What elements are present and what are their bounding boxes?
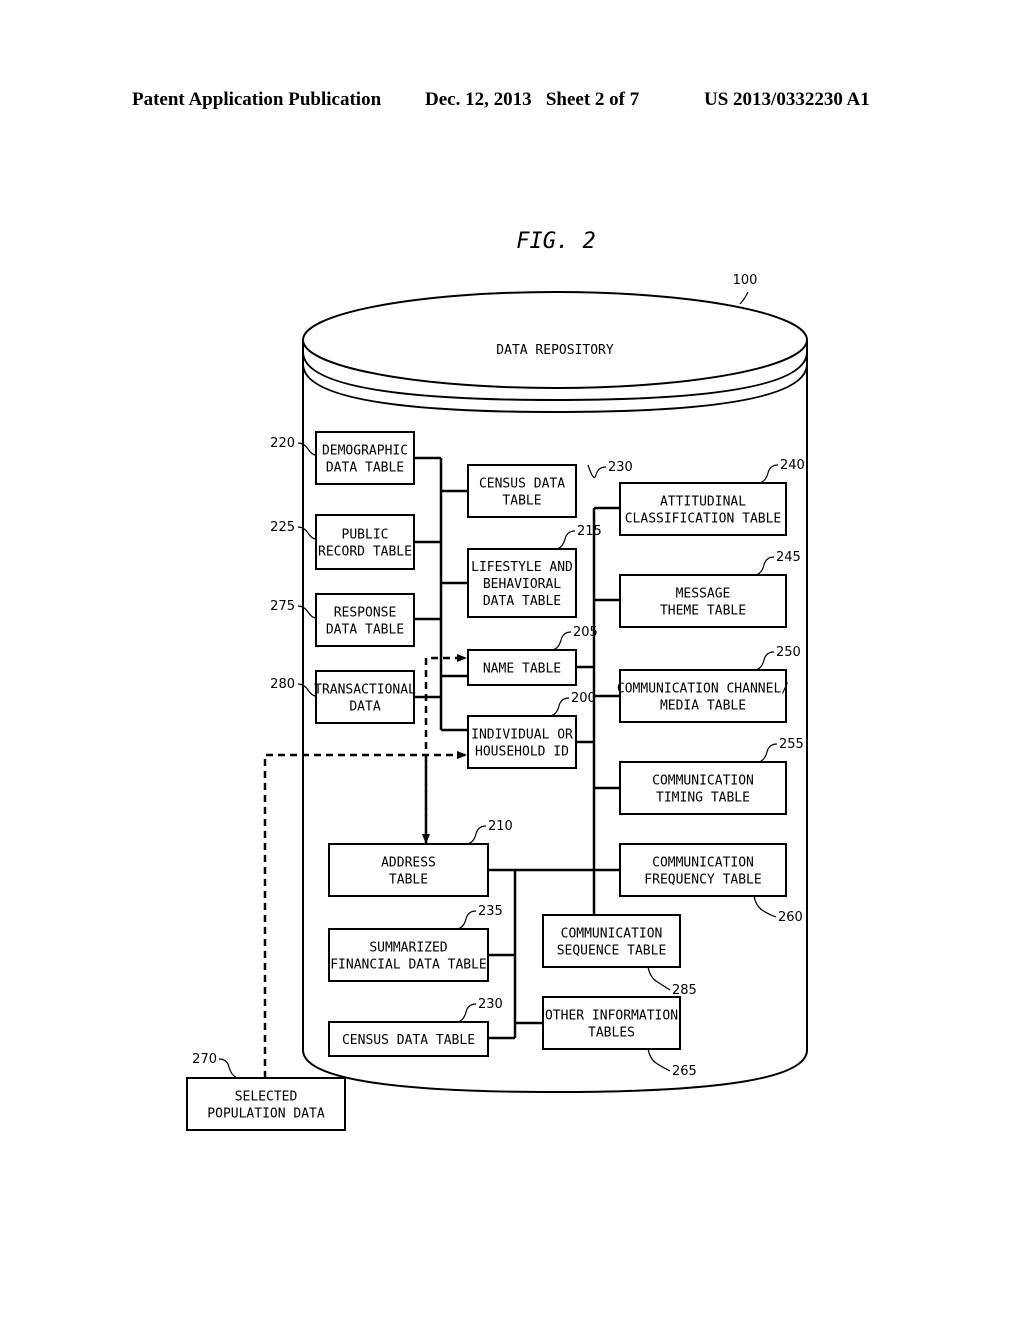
box-label-line: FINANCIAL DATA TABLE bbox=[330, 958, 487, 973]
ref-numeral: 285 bbox=[672, 983, 697, 998]
table-box-240: ATTITUDINAL CLASSIFICATION TABLE 240 bbox=[619, 458, 805, 536]
box-label-line: LIFESTYLE AND bbox=[471, 560, 573, 575]
ref-numeral: 220 bbox=[270, 436, 295, 451]
ref-leader bbox=[218, 1058, 238, 1079]
box-label-line: RECORD TABLE bbox=[318, 545, 412, 560]
box-label-line: COMMUNICATION CHANNEL/ bbox=[617, 682, 789, 697]
box-label-line: COMMUNICATION bbox=[652, 856, 754, 871]
box-label-line: CENSUS DATA TABLE bbox=[342, 1033, 475, 1048]
ref-leader bbox=[297, 605, 317, 619]
box-label-line: DATA TABLE bbox=[326, 623, 404, 638]
table-box-250: COMMUNICATION CHANNEL/MEDIA TABLE 250 bbox=[617, 645, 801, 723]
ref-numeral: 265 bbox=[672, 1064, 697, 1079]
ref-numeral: 260 bbox=[778, 910, 803, 925]
ref-leader bbox=[457, 910, 477, 930]
box-label-line: OTHER INFORMATION bbox=[545, 1009, 678, 1024]
box-label-line: TABLE bbox=[389, 873, 428, 888]
table-box-205: NAME TABLE 205 bbox=[467, 625, 598, 686]
ref-leader bbox=[587, 464, 607, 478]
ref-leader bbox=[552, 631, 572, 651]
ref-numeral: 240 bbox=[780, 458, 805, 473]
ref-numeral: 210 bbox=[488, 819, 513, 834]
ref-numeral: 230 bbox=[608, 460, 633, 475]
ref-leader bbox=[755, 651, 775, 671]
figure-diagram: FIG. 2 DATA REPOSITORY 100 DEMOGRAPHICDA… bbox=[186, 229, 808, 1131]
ref-leader bbox=[467, 825, 487, 845]
box-label-line: SEQUENCE TABLE bbox=[557, 944, 667, 959]
ref-numeral: 245 bbox=[776, 550, 801, 565]
table-box-280: TRANSACTIONAL DATA 280 bbox=[270, 670, 416, 724]
ref-leader bbox=[759, 464, 779, 484]
box-label-line: TRANSACTIONAL bbox=[314, 683, 416, 698]
ref-leader bbox=[647, 1048, 671, 1072]
box-label-line: RESPONSE bbox=[334, 606, 397, 621]
table-box-260: COMMUNICATION FREQUENCY TABLE 260 bbox=[619, 843, 803, 925]
box-label-line: SELECTED bbox=[235, 1090, 298, 1105]
box-label-line: HOUSEHOLD ID bbox=[475, 745, 569, 760]
box-label-line: ADDRESS bbox=[381, 856, 436, 871]
box-label-line: MEDIA TABLE bbox=[660, 699, 746, 714]
ref-numeral: 205 bbox=[573, 625, 598, 640]
repository-ref-leader bbox=[739, 291, 749, 305]
box-label-line: DATA TABLE bbox=[326, 461, 404, 476]
ref-numeral: 250 bbox=[776, 645, 801, 660]
repository-ref: 100 bbox=[733, 273, 758, 288]
ref-numeral: 275 bbox=[270, 599, 295, 614]
table-box-275: RESPONSE DATA TABLE 275 bbox=[270, 593, 415, 647]
table-box-215: LIFESTYLE AND BEHAVIORAL DATA TABLE 215 bbox=[467, 524, 602, 618]
ref-leader bbox=[457, 1003, 477, 1023]
box-label-line: SUMMARIZED bbox=[369, 941, 447, 956]
table-box-235: SUMMARIZED FINANCIAL DATA TABLE 235 bbox=[328, 904, 503, 982]
box-label-line: POPULATION DATA bbox=[207, 1107, 325, 1122]
ref-leader bbox=[753, 895, 777, 918]
ref-leader bbox=[647, 966, 671, 991]
box-label-line: ATTITUDINAL bbox=[660, 495, 746, 510]
table-box-255: COMMUNICATION TIMING TABLE 255 bbox=[619, 737, 804, 815]
box-label-line: BEHAVIORAL bbox=[483, 577, 561, 592]
table-box-220: DEMOGRAPHIC DATA TABLE 220 bbox=[270, 431, 415, 485]
box-label-line: CLASSIFICATION TABLE bbox=[625, 512, 782, 527]
ref-leader bbox=[550, 697, 570, 717]
box-label-line: DEMOGRAPHIC bbox=[322, 444, 408, 459]
ref-numeral: 280 bbox=[270, 677, 295, 692]
box-label-line: TABLE bbox=[502, 494, 541, 509]
ref-leader bbox=[758, 743, 778, 763]
box-label-line: THEME TABLE bbox=[660, 604, 746, 619]
table-box-225: PUBLIC RECORD TABLE 225 bbox=[270, 514, 415, 570]
box-label-line: MESSAGE bbox=[676, 587, 731, 602]
figure-title: FIG. 2 bbox=[516, 229, 595, 254]
ref-leader bbox=[297, 442, 317, 456]
ref-leader bbox=[755, 556, 775, 576]
ref-numeral: 230 bbox=[478, 997, 503, 1012]
ref-numeral: 225 bbox=[270, 520, 295, 535]
box-label-line: COMMUNICATION bbox=[561, 927, 663, 942]
table-box-200: INDIVIDUAL OR HOUSEHOLD ID 200 bbox=[467, 691, 596, 769]
table-box-245: MESSAGE THEME TABLE 245 bbox=[619, 550, 801, 628]
table-box-285: COMMUNICATION SEQUENCE TABLE 285 bbox=[542, 914, 697, 998]
box-label-line: DATA TABLE bbox=[483, 594, 561, 609]
box-label-line: FREQUENCY TABLE bbox=[644, 873, 761, 888]
box-label-line: PUBLIC bbox=[342, 528, 389, 543]
ref-numeral: 200 bbox=[571, 691, 596, 706]
box-label-line: COMMUNICATION bbox=[652, 774, 754, 789]
ref-numeral: 235 bbox=[478, 904, 503, 919]
box-label-line: TABLES bbox=[588, 1026, 635, 1041]
ref-numeral: 270 bbox=[192, 1052, 217, 1067]
dashed-address-to-name bbox=[424, 654, 467, 845]
box-label-line: TIMING TABLE bbox=[656, 791, 750, 806]
ref-numeral: 215 bbox=[577, 524, 602, 539]
ref-leader bbox=[556, 530, 576, 550]
ref-leader bbox=[297, 526, 317, 540]
table-boxes: DEMOGRAPHIC DATA TABLE 220 PUBLIC RECORD TAB… bbox=[186, 431, 805, 1131]
table-box-230b: CENSUS DATA TABLE 230 bbox=[328, 997, 503, 1057]
repository-label: DATA REPOSITORY bbox=[496, 343, 614, 358]
table-box-265: OTHER INFORMATION TABLES 265 bbox=[542, 996, 697, 1079]
box-label-line: CENSUS DATA bbox=[479, 477, 565, 492]
box-label-line: INDIVIDUAL OR bbox=[471, 728, 573, 743]
box-label-line: NAME TABLE bbox=[483, 662, 561, 677]
box-label-line: DATA bbox=[349, 700, 380, 715]
ref-numeral: 255 bbox=[779, 737, 804, 752]
table-box-210: ADDRESS TABLE 210 bbox=[328, 819, 513, 897]
